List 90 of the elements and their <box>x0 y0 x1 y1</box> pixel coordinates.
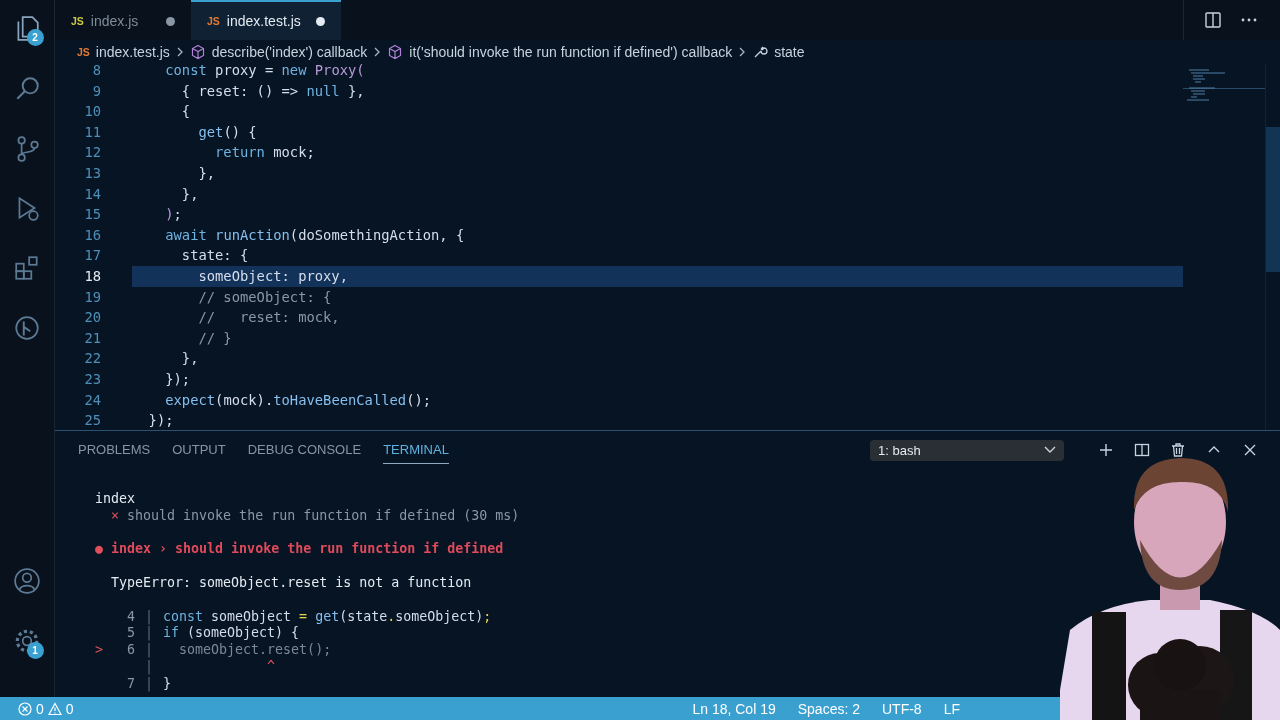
plus-icon[interactable] <box>1098 442 1114 458</box>
code-line: }, <box>180 184 200 204</box>
split-terminal-icon[interactable] <box>1134 442 1150 458</box>
code-line: if (someObject) { <box>163 625 300 643</box>
breadcrumb-item[interactable]: describe('index') callback <box>211 44 368 60</box>
circle-icon <box>13 314 41 342</box>
panel-tab[interactable]: DEBUG CONSOLE <box>247 436 362 464</box>
line-number: 5 <box>126 625 135 643</box>
breadcrumb-item[interactable]: state <box>774 44 805 60</box>
code-line: state: { <box>180 246 250 266</box>
error-bullet-icon: ● <box>95 541 103 557</box>
terminal-text: should invoke the run function if defined (30 ms) <box>127 507 520 523</box>
file-type-icon: JS <box>71 15 84 27</box>
line-number: 23 <box>83 369 102 389</box>
code-line: return mock; <box>214 143 316 163</box>
line-number: 6 <box>126 642 135 659</box>
line-number: 18 <box>83 266 102 286</box>
terminal-select[interactable]: 1: bash <box>870 439 1064 461</box>
error-icon[interactable] <box>18 701 32 716</box>
line-number: 10 <box>83 102 102 122</box>
count-badge: 2 <box>26 29 44 46</box>
gutter-separator: | <box>144 658 154 676</box>
file-type-icon: JS <box>77 46 90 58</box>
error-caret: ^ <box>266 658 276 676</box>
line-number: 20 <box>83 308 102 328</box>
code-line: const someObject = get(state.someObject); <box>163 608 492 626</box>
code-line: // reset: mock, <box>197 308 341 328</box>
code-line: get() { <box>197 122 258 142</box>
terminal-text: index › should invoke the run function if defined <box>111 541 504 557</box>
error-marker: > <box>95 642 104 659</box>
line-number: 4 <box>126 608 135 626</box>
scrollbar-thumb[interactable] <box>1266 127 1280 272</box>
editor-tab[interactable]: JS index.test.js <box>191 0 341 40</box>
chevron-down-icon <box>1044 446 1056 454</box>
line-number: 14 <box>83 184 102 204</box>
gutter-separator: | <box>144 608 154 626</box>
line-number: 9 <box>91 81 102 101</box>
chevron-icon <box>738 47 747 57</box>
line-number: 21 <box>83 328 102 348</box>
chevron-icon <box>175 47 184 57</box>
warning-icon[interactable] <box>47 701 62 716</box>
panel-tab[interactable]: OUTPUT <box>172 436 226 464</box>
line-number: 13 <box>83 163 102 183</box>
gutter-separator: | <box>144 675 154 693</box>
panel-tab[interactable]: TERMINAL <box>383 436 449 464</box>
line-number: 25 <box>83 411 102 430</box>
terminal-text: index <box>95 491 136 506</box>
code-line: }, <box>180 349 200 369</box>
code-line: }, <box>197 163 217 183</box>
line-number: 11 <box>83 122 102 142</box>
terminal-text: TypeError: someObject.reset is not a function <box>111 575 472 590</box>
line-number: 17 <box>83 246 102 266</box>
wrench-icon <box>752 44 769 60</box>
trash-icon[interactable] <box>1170 442 1186 458</box>
cube-icon <box>387 44 404 60</box>
code-line: expect(mock).toHaveBeenCalled(); <box>164 390 433 410</box>
breadcrumb-item[interactable]: index.test.js <box>95 44 170 60</box>
account-icon <box>13 567 41 595</box>
line-number: 22 <box>83 349 102 369</box>
line-number: 8 <box>91 64 102 80</box>
code-line: }); <box>164 369 192 389</box>
line-number: 7 <box>126 675 135 693</box>
code-line: const proxy = new Proxy( <box>164 64 366 80</box>
breadcrumb-item[interactable]: it('should invoke the run function if defined') callback <box>409 44 733 60</box>
line-number: 24 <box>83 390 102 410</box>
count-badge: 1 <box>26 642 44 659</box>
fail-mark: × <box>111 507 120 523</box>
code-line: // } <box>197 328 233 348</box>
code-line: await runAction(doSomethingAction, { <box>164 225 466 245</box>
line-number: 19 <box>83 287 102 307</box>
line-number: 16 <box>83 225 102 245</box>
cube-icon <box>189 44 206 60</box>
blocks-icon <box>13 254 41 282</box>
gutter-separator: | <box>144 625 154 643</box>
line-number: 12 <box>83 143 102 163</box>
panel-tab[interactable]: PROBLEMS <box>78 436 151 464</box>
settings-icon <box>13 627 41 655</box>
gutter-separator: | <box>144 642 154 659</box>
code-line: ); <box>164 205 183 225</box>
chevron-icon <box>373 47 382 57</box>
split-editor-icon[interactable] <box>1204 11 1222 29</box>
code-line: someObject.reset(); <box>178 642 332 659</box>
code-line: { reset: () => null }, <box>180 81 366 101</box>
line-number: 15 <box>83 205 102 225</box>
file-type-icon: JS <box>207 15 220 27</box>
code-line: // someObject: { <box>197 287 333 307</box>
close-icon[interactable] <box>1242 442 1258 458</box>
code-line: } <box>163 675 171 693</box>
code-line: { <box>180 102 192 122</box>
code-line: }); <box>147 411 175 430</box>
